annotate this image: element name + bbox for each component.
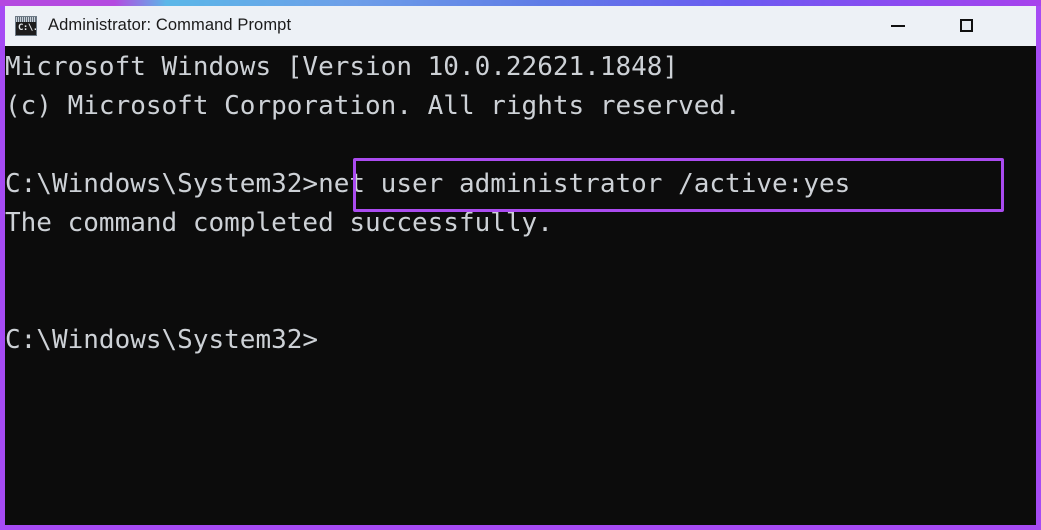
close-button[interactable] bbox=[1000, 5, 1036, 46]
minimize-icon bbox=[891, 24, 905, 27]
window-border-bottom bbox=[0, 525, 1041, 530]
console-text: Microsoft Windows [Version 10.0.22621.18… bbox=[5, 52, 851, 355]
console-output-area[interactable]: Microsoft Windows [Version 10.0.22621.18… bbox=[5, 46, 1036, 525]
window-controls bbox=[864, 5, 1036, 46]
window-title: Administrator: Command Prompt bbox=[48, 16, 292, 34]
minimize-button[interactable] bbox=[864, 5, 932, 46]
maximize-button[interactable] bbox=[932, 5, 1000, 46]
top-accent-strip bbox=[0, 0, 1041, 6]
window-border-right bbox=[1036, 4, 1041, 530]
maximize-icon bbox=[959, 19, 973, 32]
title-bar[interactable]: C:\. Administrator: Command Prompt bbox=[5, 5, 1036, 46]
command-prompt-window: C:\. Administrator: Command Prompt Micro… bbox=[0, 0, 1041, 530]
icon-prompt-glyph: C:\. bbox=[18, 22, 37, 33]
window-border-left bbox=[0, 4, 5, 530]
command-prompt-icon: C:\. bbox=[15, 15, 37, 36]
